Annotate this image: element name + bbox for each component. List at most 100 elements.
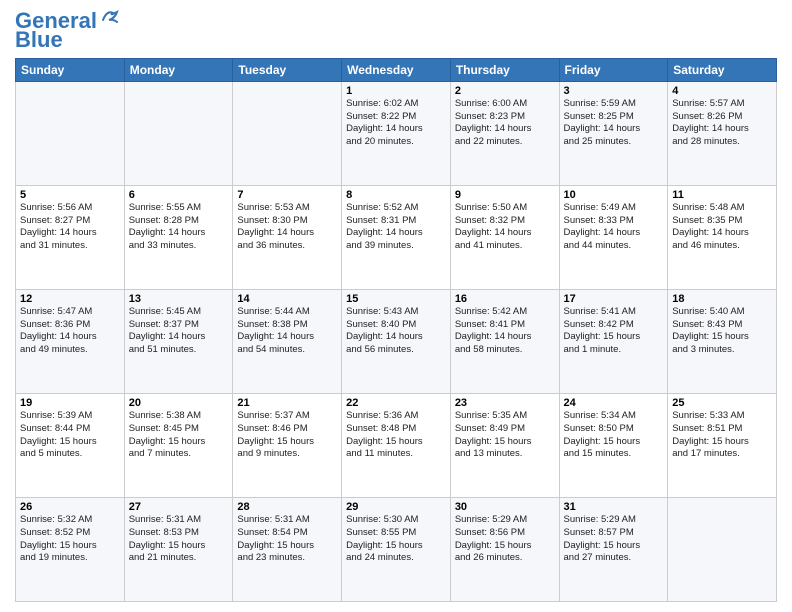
day-info: Sunrise: 5:43 AM Sunset: 8:40 PM Dayligh… [346,306,446,357]
calendar-day-header: Sunday [16,58,125,81]
day-number: 17 [564,293,664,305]
calendar-day-cell: 6Sunrise: 5:55 AM Sunset: 8:28 PM Daylig… [124,185,233,289]
calendar-day-cell [124,81,233,185]
calendar-header-row: SundayMondayTuesdayWednesdayThursdayFrid… [16,58,777,81]
calendar-day-cell: 7Sunrise: 5:53 AM Sunset: 8:30 PM Daylig… [233,185,342,289]
day-number: 23 [455,397,555,409]
page: General Blue SundayMondayTuesdayWednesda… [0,0,792,612]
day-info: Sunrise: 5:31 AM Sunset: 8:54 PM Dayligh… [237,514,337,565]
day-number: 18 [672,293,772,305]
calendar-table: SundayMondayTuesdayWednesdayThursdayFrid… [15,58,777,602]
calendar-day-cell: 11Sunrise: 5:48 AM Sunset: 8:35 PM Dayli… [668,185,777,289]
calendar-day-header: Friday [559,58,668,81]
day-info: Sunrise: 5:45 AM Sunset: 8:37 PM Dayligh… [129,306,229,357]
day-number: 13 [129,293,229,305]
calendar-day-cell: 25Sunrise: 5:33 AM Sunset: 8:51 PM Dayli… [668,393,777,497]
calendar-day-cell: 26Sunrise: 5:32 AM Sunset: 8:52 PM Dayli… [16,497,125,601]
day-info: Sunrise: 5:52 AM Sunset: 8:31 PM Dayligh… [346,202,446,253]
day-number: 6 [129,189,229,201]
calendar-day-cell: 4Sunrise: 5:57 AM Sunset: 8:26 PM Daylig… [668,81,777,185]
calendar-day-cell: 20Sunrise: 5:38 AM Sunset: 8:45 PM Dayli… [124,393,233,497]
calendar-day-cell: 31Sunrise: 5:29 AM Sunset: 8:57 PM Dayli… [559,497,668,601]
day-info: Sunrise: 5:36 AM Sunset: 8:48 PM Dayligh… [346,410,446,461]
calendar-day-cell: 2Sunrise: 6:00 AM Sunset: 8:23 PM Daylig… [450,81,559,185]
header: General Blue [15,10,777,50]
day-info: Sunrise: 5:34 AM Sunset: 8:50 PM Dayligh… [564,410,664,461]
day-number: 15 [346,293,446,305]
calendar-day-cell: 10Sunrise: 5:49 AM Sunset: 8:33 PM Dayli… [559,185,668,289]
day-info: Sunrise: 5:44 AM Sunset: 8:38 PM Dayligh… [237,306,337,357]
calendar-day-cell [233,81,342,185]
calendar-day-cell: 16Sunrise: 5:42 AM Sunset: 8:41 PM Dayli… [450,289,559,393]
calendar-day-cell: 1Sunrise: 6:02 AM Sunset: 8:22 PM Daylig… [342,81,451,185]
day-number: 5 [20,189,120,201]
day-info: Sunrise: 5:41 AM Sunset: 8:42 PM Dayligh… [564,306,664,357]
calendar-day-cell: 8Sunrise: 5:52 AM Sunset: 8:31 PM Daylig… [342,185,451,289]
day-info: Sunrise: 5:48 AM Sunset: 8:35 PM Dayligh… [672,202,772,253]
day-info: Sunrise: 5:31 AM Sunset: 8:53 PM Dayligh… [129,514,229,565]
day-number: 14 [237,293,337,305]
calendar-day-cell: 3Sunrise: 5:59 AM Sunset: 8:25 PM Daylig… [559,81,668,185]
day-info: Sunrise: 5:40 AM Sunset: 8:43 PM Dayligh… [672,306,772,357]
day-number: 9 [455,189,555,201]
calendar-day-cell: 13Sunrise: 5:45 AM Sunset: 8:37 PM Dayli… [124,289,233,393]
calendar-day-cell: 29Sunrise: 5:30 AM Sunset: 8:55 PM Dayli… [342,497,451,601]
day-number: 26 [20,501,120,513]
calendar-day-cell: 12Sunrise: 5:47 AM Sunset: 8:36 PM Dayli… [16,289,125,393]
day-number: 20 [129,397,229,409]
calendar-day-cell: 15Sunrise: 5:43 AM Sunset: 8:40 PM Dayli… [342,289,451,393]
day-number: 24 [564,397,664,409]
day-info: Sunrise: 5:59 AM Sunset: 8:25 PM Dayligh… [564,98,664,149]
calendar-day-cell: 17Sunrise: 5:41 AM Sunset: 8:42 PM Dayli… [559,289,668,393]
day-info: Sunrise: 5:53 AM Sunset: 8:30 PM Dayligh… [237,202,337,253]
day-number: 7 [237,189,337,201]
calendar-day-cell: 14Sunrise: 5:44 AM Sunset: 8:38 PM Dayli… [233,289,342,393]
calendar-week-row: 12Sunrise: 5:47 AM Sunset: 8:36 PM Dayli… [16,289,777,393]
day-number: 12 [20,293,120,305]
calendar-week-row: 5Sunrise: 5:56 AM Sunset: 8:27 PM Daylig… [16,185,777,289]
calendar-day-cell: 22Sunrise: 5:36 AM Sunset: 8:48 PM Dayli… [342,393,451,497]
calendar-day-cell: 30Sunrise: 5:29 AM Sunset: 8:56 PM Dayli… [450,497,559,601]
day-number: 4 [672,85,772,97]
day-number: 1 [346,85,446,97]
calendar-week-row: 1Sunrise: 6:02 AM Sunset: 8:22 PM Daylig… [16,81,777,185]
day-number: 25 [672,397,772,409]
calendar-day-cell: 19Sunrise: 5:39 AM Sunset: 8:44 PM Dayli… [16,393,125,497]
calendar-day-header: Saturday [668,58,777,81]
calendar-day-cell: 18Sunrise: 5:40 AM Sunset: 8:43 PM Dayli… [668,289,777,393]
day-number: 29 [346,501,446,513]
calendar-day-cell: 23Sunrise: 5:35 AM Sunset: 8:49 PM Dayli… [450,393,559,497]
day-number: 16 [455,293,555,305]
day-info: Sunrise: 5:37 AM Sunset: 8:46 PM Dayligh… [237,410,337,461]
day-number: 22 [346,397,446,409]
day-number: 11 [672,189,772,201]
calendar-day-header: Monday [124,58,233,81]
day-number: 28 [237,501,337,513]
day-info: Sunrise: 5:29 AM Sunset: 8:56 PM Dayligh… [455,514,555,565]
day-info: Sunrise: 6:00 AM Sunset: 8:23 PM Dayligh… [455,98,555,149]
day-info: Sunrise: 5:39 AM Sunset: 8:44 PM Dayligh… [20,410,120,461]
day-info: Sunrise: 5:38 AM Sunset: 8:45 PM Dayligh… [129,410,229,461]
logo-blue: Blue [15,30,63,50]
calendar-day-cell [16,81,125,185]
day-info: Sunrise: 5:29 AM Sunset: 8:57 PM Dayligh… [564,514,664,565]
calendar-day-header: Tuesday [233,58,342,81]
day-info: Sunrise: 5:33 AM Sunset: 8:51 PM Dayligh… [672,410,772,461]
logo-bird-icon [99,8,121,26]
calendar-day-header: Wednesday [342,58,451,81]
day-info: Sunrise: 5:56 AM Sunset: 8:27 PM Dayligh… [20,202,120,253]
day-info: Sunrise: 5:55 AM Sunset: 8:28 PM Dayligh… [129,202,229,253]
day-number: 8 [346,189,446,201]
calendar-week-row: 26Sunrise: 5:32 AM Sunset: 8:52 PM Dayli… [16,497,777,601]
day-info: Sunrise: 5:32 AM Sunset: 8:52 PM Dayligh… [20,514,120,565]
calendar-day-cell: 28Sunrise: 5:31 AM Sunset: 8:54 PM Dayli… [233,497,342,601]
calendar-day-cell: 5Sunrise: 5:56 AM Sunset: 8:27 PM Daylig… [16,185,125,289]
day-info: Sunrise: 6:02 AM Sunset: 8:22 PM Dayligh… [346,98,446,149]
day-info: Sunrise: 5:30 AM Sunset: 8:55 PM Dayligh… [346,514,446,565]
day-number: 27 [129,501,229,513]
day-info: Sunrise: 5:47 AM Sunset: 8:36 PM Dayligh… [20,306,120,357]
calendar-week-row: 19Sunrise: 5:39 AM Sunset: 8:44 PM Dayli… [16,393,777,497]
calendar-day-cell [668,497,777,601]
day-info: Sunrise: 5:57 AM Sunset: 8:26 PM Dayligh… [672,98,772,149]
calendar-day-cell: 9Sunrise: 5:50 AM Sunset: 8:32 PM Daylig… [450,185,559,289]
